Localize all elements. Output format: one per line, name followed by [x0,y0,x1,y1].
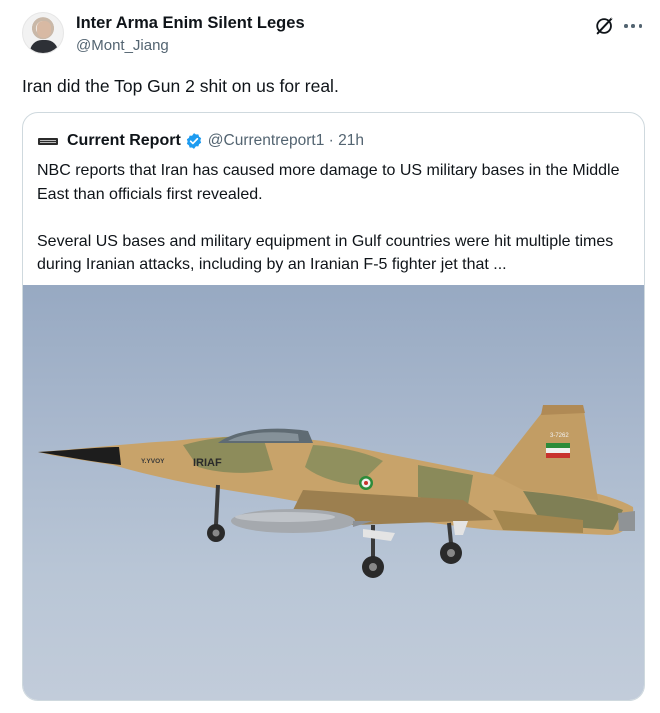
verified-badge-icon [186,133,201,149]
avatar-suit [30,40,58,53]
author-display-name[interactable]: Inter Arma Enim Silent Leges [76,14,305,33]
current-report-logo-icon [37,134,59,148]
dot [624,24,628,28]
fighter-jet-photo[interactable]: IRIAF Y.YVOY 3-7262 [23,285,644,700]
quoted-tweet-text: NBC reports that Iran has caused more da… [37,159,632,277]
fuselage-marking-text: IRIAF [193,457,222,469]
fighter-jet-illustration: IRIAF Y.YVOY 3-7262 [38,405,635,578]
quoted-paragraph-1: NBC reports that Iran has caused more da… [37,162,620,203]
dot [638,24,642,28]
tweet-card: Inter Arma Enim Silent Leges @Mont_Jiang… [0,0,660,713]
avatar[interactable] [22,12,64,54]
quoted-author-name[interactable]: Current Report [67,132,181,150]
more-dots-icon[interactable] [622,16,644,36]
quoted-author-handle-time: @Currentreport1 · 21h [207,132,364,149]
grok-icon[interactable] [594,15,616,37]
author-handle[interactable]: @Mont_Jiang [76,37,169,54]
dot [631,24,635,28]
tweet-text: Iran did the Top Gun 2 shit on us for re… [22,76,339,96]
nose-marking-text: Y.YVOY [141,458,165,465]
quoted-tweet-header: Current Report @Currentreport1 · 21h [37,130,364,152]
quoted-paragraph-2: Several US bases and military equipment … [37,232,614,274]
avatar-head [37,21,51,38]
quoted-tweet[interactable]: Current Report @Currentreport1 · 21h NBC… [22,112,645,701]
tail-marking-text: 3-7262 [550,433,569,439]
